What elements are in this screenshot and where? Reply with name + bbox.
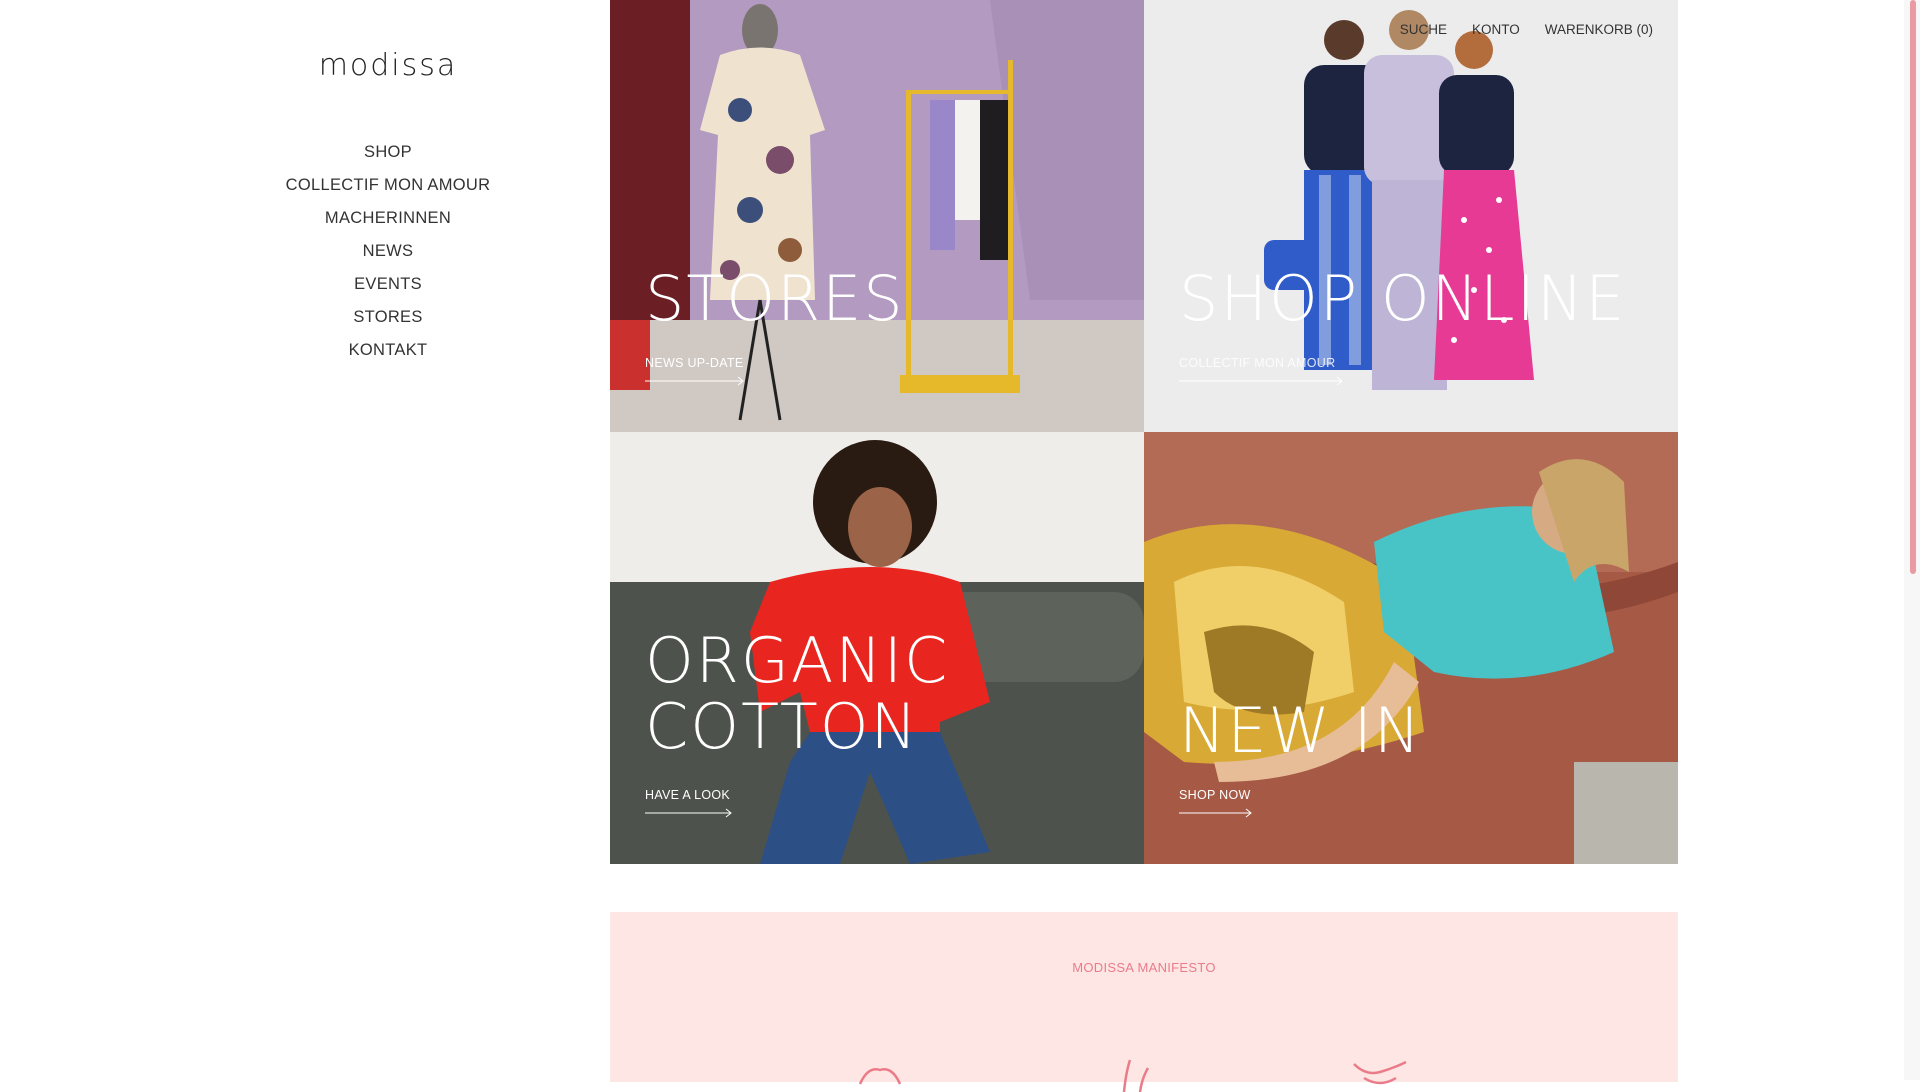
search-link[interactable]: SUCHE <box>1400 22 1447 37</box>
account-link[interactable]: KONTO <box>1472 22 1520 37</box>
heart-icon <box>858 1068 902 1085</box>
sidebar: modissa SHOP COLLECTIF MON AMOUR MACHERI… <box>0 0 610 1080</box>
tile-organic-cotton-title: ORGANIC COTTON <box>645 624 950 763</box>
manifesto-section: MODISSA MANIFESTO <box>610 912 1678 1092</box>
tile-organic-cotton[interactable]: ORGANIC COTTON HAVE A LOOK <box>610 432 1144 864</box>
top-menu: SUCHE KONTO WARENKORB (0) <box>1400 22 1653 37</box>
leaf-icon <box>1122 1059 1150 1092</box>
tile-new-in-link[interactable]: SHOP NOW <box>1179 788 1251 802</box>
manifesto-label: MODISSA MANIFESTO <box>1072 960 1216 975</box>
tile-shop-online-link[interactable]: COLLECTIF MON AMOUR <box>1179 356 1335 370</box>
manifesto-icons <box>858 1059 1407 1092</box>
tile-shop-online[interactable]: SHOP ONLINE COLLECTIF MON AMOUR <box>1144 0 1678 432</box>
tile-new-in-title: NEW IN <box>1179 694 1423 767</box>
tile-stores-title: STORES <box>645 262 905 335</box>
arrow-right-icon <box>1179 808 1252 818</box>
tile-shop-online-title: SHOP ONLINE <box>1179 262 1627 335</box>
tile-new-in[interactable]: NEW IN SHOP NOW <box>1144 432 1678 864</box>
scrollbar-track[interactable] <box>1904 0 1920 1080</box>
arrow-right-icon <box>1179 376 1343 386</box>
arrow-right-icon <box>645 808 732 818</box>
tile-organic-cotton-link[interactable]: HAVE A LOOK <box>645 788 730 802</box>
tile-stores-link[interactable]: NEWS UP-DATE <box>645 356 744 370</box>
arrow-right-icon <box>645 376 744 386</box>
cart-link[interactable]: WARENKORB (0) <box>1545 22 1653 37</box>
tile-stores[interactable]: STORES NEWS UP-DATE <box>610 0 1144 432</box>
scrollbar-thumb[interactable] <box>1910 0 1916 574</box>
